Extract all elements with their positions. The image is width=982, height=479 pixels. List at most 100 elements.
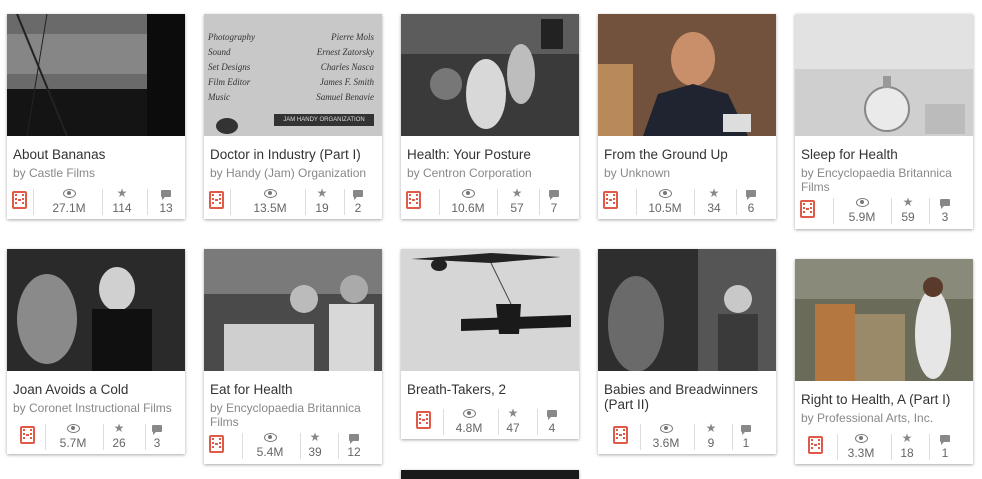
video-thumbnail[interactable] [7, 14, 185, 136]
comments-count: 1 [931, 430, 959, 460]
divider [439, 189, 440, 215]
star-icon: ★ [507, 406, 519, 420]
favorites-count: ★ 47 [497, 405, 529, 435]
video-byline[interactable]: by Centron Corporation [407, 166, 577, 180]
star-icon: ★ [708, 186, 720, 200]
views-count: 5.9M [838, 194, 886, 224]
eye-icon [659, 424, 673, 434]
views-count: 3.3M [837, 430, 885, 460]
star-icon: ★ [705, 421, 717, 435]
video-card[interactable] [401, 470, 579, 479]
comments-count: 3 [143, 420, 171, 450]
favorites-count: ★ 59 [892, 194, 924, 224]
star-icon: ★ [113, 421, 125, 435]
video-thumbnail[interactable] [7, 249, 185, 371]
video-stats: 3.3M ★ 18 1 [795, 430, 973, 464]
video-card[interactable]: From the Ground Up by Unknown 10.5M ★ 34 … [598, 14, 776, 219]
video-title[interactable]: Sleep for Health [801, 147, 969, 162]
video-card[interactable]: Joan Avoids a Cold by Coronet Instructio… [7, 249, 185, 454]
star-icon: ★ [116, 186, 128, 200]
comment-icon [549, 190, 559, 201]
video-card[interactable]: Breath-Takers, 2 4.8M ★ 47 4 [401, 249, 579, 439]
eye-icon [263, 189, 277, 199]
film-icon [12, 191, 27, 209]
divider [147, 189, 148, 215]
comment-icon [161, 190, 171, 201]
divider [636, 189, 637, 215]
film-icon [603, 191, 618, 209]
video-title[interactable]: Right to Health, A (Part I) [801, 392, 969, 407]
video-stats: 5.4M ★ 39 12 [204, 429, 382, 463]
divider [443, 409, 444, 435]
video-byline[interactable]: by Professional Arts, Inc. [801, 411, 971, 425]
divider [338, 433, 339, 459]
video-title[interactable]: Babies and Breadwinners (Part II) [604, 382, 772, 412]
film-icon [20, 426, 35, 444]
eye-icon [462, 409, 476, 419]
video-card[interactable]: Photography Pierre Mols Sound Ernest Zator… [204, 14, 382, 219]
video-title[interactable]: Doctor in Industry (Part I) [210, 147, 378, 162]
favorites-count: ★ 39 [299, 429, 331, 459]
eye-icon [66, 424, 80, 434]
film-icon [613, 426, 628, 444]
video-stats: 4.8M ★ 47 4 [401, 405, 579, 439]
comment-icon [940, 199, 950, 210]
eye-icon [263, 433, 277, 443]
eye-icon [62, 189, 76, 199]
views-count: 27.1M [45, 185, 93, 215]
film-icon [406, 191, 421, 209]
star-icon: ★ [511, 186, 523, 200]
star-icon: ★ [902, 195, 914, 209]
comment-icon [940, 435, 950, 446]
video-title[interactable]: Eat for Health [210, 382, 378, 397]
eye-icon [461, 189, 475, 199]
video-title[interactable]: Health: Your Posture [407, 147, 575, 162]
video-thumbnail[interactable] [401, 14, 579, 136]
video-thumbnail[interactable] [598, 14, 776, 136]
views-count: 5.4M [246, 429, 294, 459]
video-byline[interactable]: by Handy (Jam) Organization [210, 166, 380, 180]
eye-icon [855, 198, 869, 208]
video-thumbnail[interactable] [204, 249, 382, 371]
star-icon: ★ [901, 431, 913, 445]
video-title[interactable]: Breath-Takers, 2 [407, 382, 575, 397]
video-thumbnail[interactable] [401, 249, 579, 371]
video-card[interactable]: About Bananas by Castle Films 27.1M ★ 114… [7, 14, 185, 219]
video-byline[interactable]: by Encyclopaedia Britannica Films [801, 166, 971, 194]
divider [33, 189, 34, 215]
comment-icon [746, 190, 756, 201]
video-byline[interactable]: by Unknown [604, 166, 774, 180]
divider [45, 424, 46, 450]
video-title[interactable]: From the Ground Up [604, 147, 772, 162]
video-card[interactable]: Health: Your Posture by Centron Corporat… [401, 14, 579, 219]
favorites-count: ★ 26 [103, 420, 135, 450]
video-thumbnail[interactable] [795, 14, 973, 136]
comment-icon [152, 425, 162, 436]
video-stats: 27.1M ★ 114 13 [7, 185, 185, 219]
comment-icon [547, 410, 557, 421]
video-title[interactable]: About Bananas [13, 147, 181, 162]
video-card[interactable]: Eat for Health by Encyclopaedia Britanni… [204, 249, 382, 464]
video-title[interactable]: Joan Avoids a Cold [13, 382, 181, 397]
favorites-count: ★ 18 [891, 430, 923, 460]
comment-icon [353, 190, 363, 201]
video-thumbnail[interactable] [795, 259, 973, 381]
video-card[interactable]: Babies and Breadwinners (Part II) 3.6M ★… [598, 249, 776, 454]
film-icon [808, 436, 823, 454]
video-byline[interactable]: by Castle Films [13, 166, 183, 180]
video-thumbnail[interactable] [598, 249, 776, 371]
film-icon [209, 435, 224, 453]
divider [230, 189, 231, 215]
video-byline[interactable]: by Encyclopaedia Britannica Films [210, 401, 380, 429]
views-count: 5.7M [49, 420, 97, 450]
eye-icon [658, 189, 672, 199]
video-stats: 5.9M ★ 59 3 [795, 194, 973, 228]
views-count: 13.5M [246, 185, 294, 215]
eye-icon [854, 434, 868, 444]
video-card[interactable]: Sleep for Health by Encyclopaedia Britan… [795, 14, 973, 229]
divider [102, 189, 103, 215]
comments-count: 4 [538, 405, 566, 435]
video-card[interactable]: Right to Health, A (Part I) by Professio… [795, 259, 973, 464]
video-byline[interactable]: by Coronet Instructional Films [13, 401, 183, 415]
video-thumbnail[interactable]: Photography Pierre Mols Sound Ernest Zator… [204, 14, 382, 136]
